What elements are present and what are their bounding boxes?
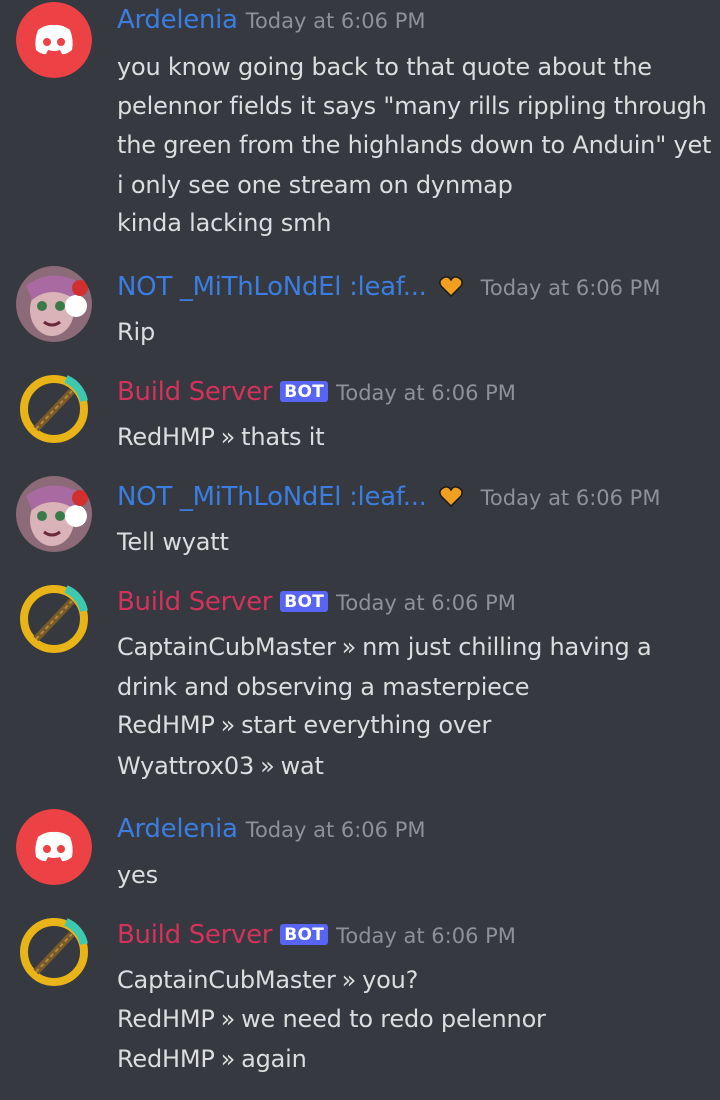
bot-tag: BOT bbox=[280, 924, 329, 945]
chat-text: start everything over bbox=[241, 711, 492, 739]
chat-text: again bbox=[241, 1045, 307, 1073]
chat-text: wat bbox=[280, 752, 324, 780]
separator: » bbox=[260, 752, 275, 780]
message-line: CaptainCubMaster» you? bbox=[117, 966, 418, 994]
message-line: Tell wyatt bbox=[117, 528, 229, 556]
orange-heart-badge-icon bbox=[438, 485, 463, 511]
pickaxe-ring-icon[interactable] bbox=[16, 371, 92, 447]
separator: » bbox=[220, 423, 236, 451]
separator: » bbox=[220, 1005, 236, 1033]
minecraft-user: Wyattrox03 bbox=[117, 752, 255, 780]
author-name[interactable]: Build Server bbox=[117, 587, 273, 617]
minecraft-user: RedHMP bbox=[117, 1045, 215, 1073]
minecraft-user: CaptainCubMaster bbox=[117, 966, 336, 994]
message-line: pelennor fields it says "many rills ripp… bbox=[117, 92, 707, 120]
orange-heart-badge-icon bbox=[438, 275, 463, 301]
separator: » bbox=[220, 711, 236, 739]
timestamp: Today at 6:06 PM bbox=[336, 381, 516, 405]
pickaxe-ring-icon[interactable] bbox=[16, 914, 92, 990]
bot-tag: BOT bbox=[280, 591, 329, 612]
author-name[interactable]: Ardelenia bbox=[117, 5, 238, 35]
timestamp: Today at 6:06 PM bbox=[480, 486, 661, 510]
timestamp: Today at 6:06 PM bbox=[480, 276, 661, 300]
author-name[interactable]: NOT _MiThLoNdEl :leaf... bbox=[117, 272, 427, 302]
message-line: kinda lacking smh bbox=[117, 209, 332, 237]
timestamp: Today at 6:06 PM bbox=[336, 924, 516, 948]
discord-logo-icon[interactable] bbox=[16, 809, 92, 885]
chat-text: thats it bbox=[241, 423, 325, 451]
message-line: RedHMP» thats it bbox=[117, 423, 325, 451]
message-line: RedHMP» start everything over bbox=[117, 711, 491, 739]
timestamp: Today at 6:06 PM bbox=[336, 591, 516, 615]
anime-character-avatar[interactable] bbox=[16, 476, 92, 552]
author-name[interactable]: Ardelenia bbox=[117, 814, 238, 844]
separator: » bbox=[341, 966, 357, 994]
message-line: CaptainCubMaster» nm just chilling having… bbox=[117, 633, 652, 661]
minecraft-user: RedHMP bbox=[117, 1005, 215, 1033]
message-line: you know going back to that quote about … bbox=[117, 53, 652, 81]
message-line: RedHMP» again bbox=[117, 1045, 307, 1073]
chat-text: we need to redo pelennor bbox=[241, 1005, 546, 1033]
message-line: yes bbox=[117, 861, 158, 889]
author-name[interactable]: Build Server bbox=[117, 920, 273, 950]
message-line: Wyattrox03» wat bbox=[117, 752, 324, 780]
chat-text: nm just chilling having a bbox=[362, 633, 652, 661]
minecraft-user: CaptainCubMaster bbox=[117, 633, 336, 661]
minecraft-user: RedHMP bbox=[117, 711, 215, 739]
separator: » bbox=[220, 1045, 236, 1073]
separator: » bbox=[341, 633, 357, 661]
timestamp: Today at 6:06 PM bbox=[245, 818, 426, 842]
bot-tag: BOT bbox=[280, 381, 329, 402]
anime-character-avatar[interactable] bbox=[16, 266, 92, 342]
chat-text: you? bbox=[362, 966, 419, 994]
discord-logo-icon[interactable] bbox=[16, 2, 92, 78]
message-line: Rip bbox=[117, 318, 155, 346]
minecraft-user: RedHMP bbox=[117, 423, 215, 451]
timestamp: Today at 6:06 PM bbox=[245, 9, 426, 33]
message-line: drink and observing a masterpiece bbox=[117, 673, 530, 701]
author-name[interactable]: NOT _MiThLoNdEl :leaf... bbox=[117, 482, 427, 512]
message-line: the green from the highlands down to And… bbox=[117, 131, 712, 159]
message-line: i only see one stream on dynmap bbox=[117, 171, 513, 199]
author-name[interactable]: Build Server bbox=[117, 377, 273, 407]
pickaxe-ring-icon[interactable] bbox=[16, 581, 92, 657]
message-line: RedHMP» we need to redo pelennor bbox=[117, 1005, 546, 1033]
